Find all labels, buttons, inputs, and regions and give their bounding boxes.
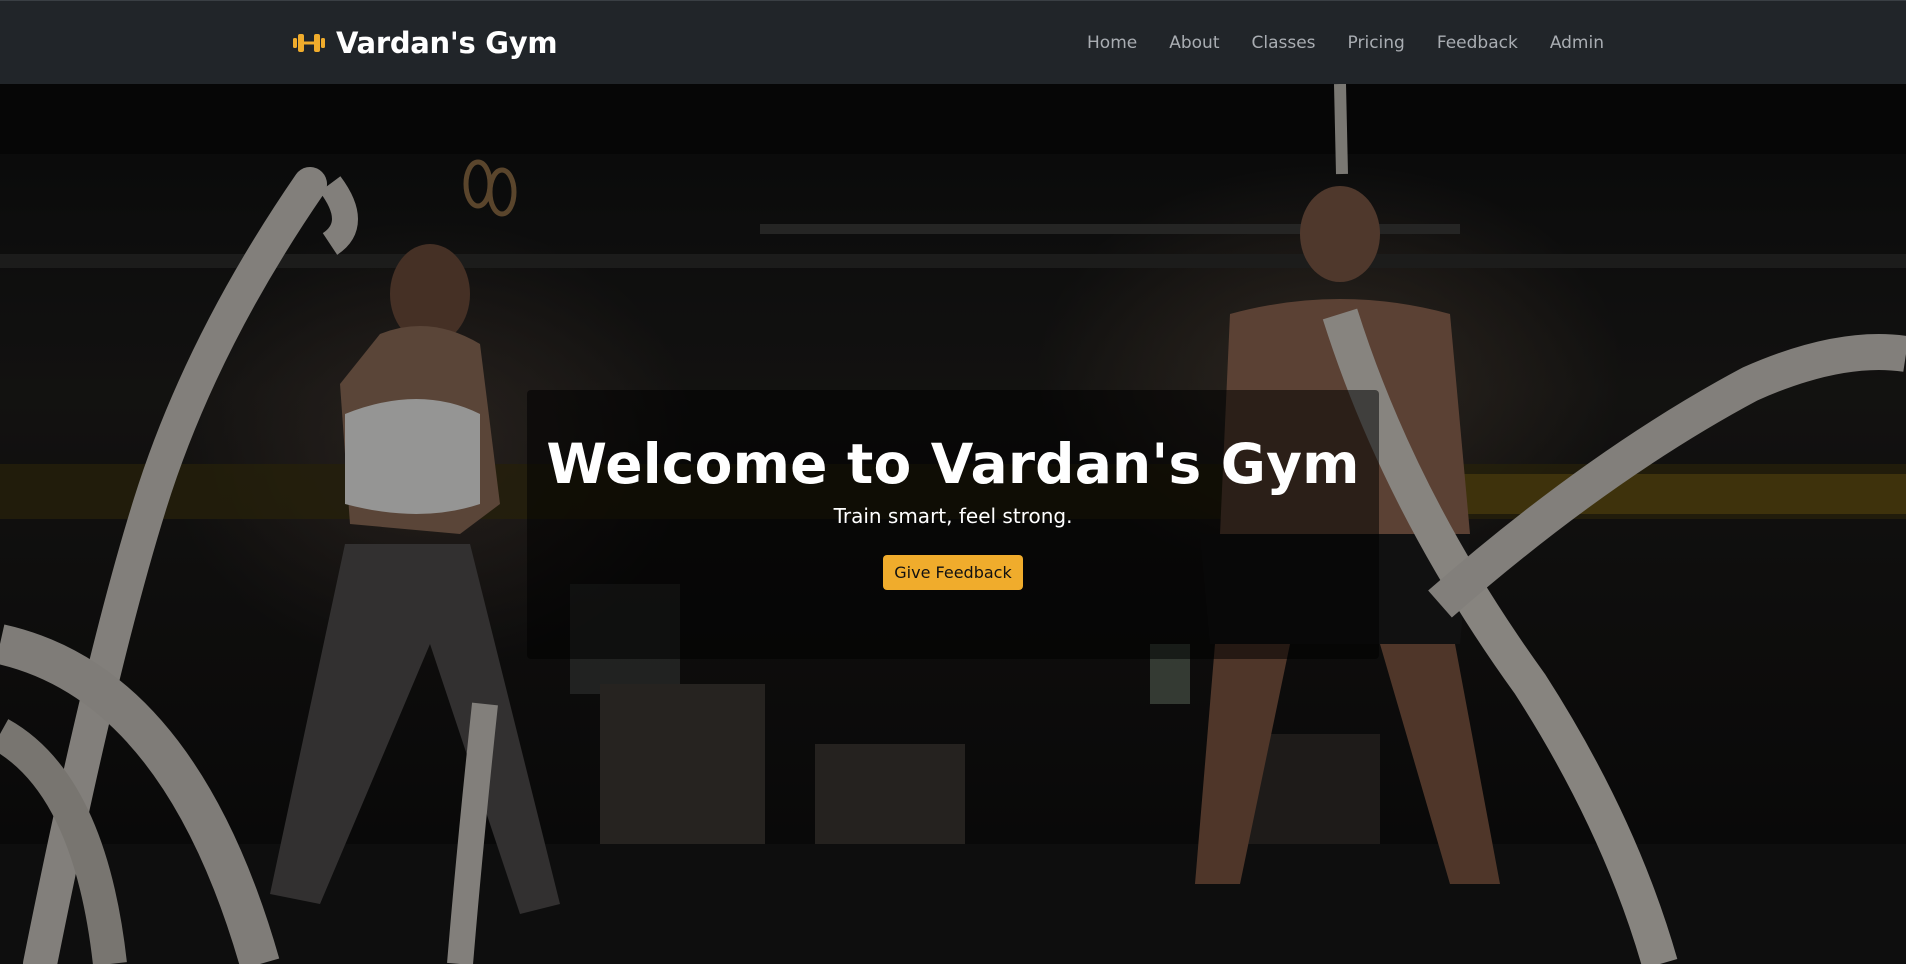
hero-section: Welcome to Vardan's Gym Train smart, fee… (0, 84, 1906, 964)
brand-name: Vardan's Gym (336, 26, 558, 60)
hero-title: Welcome to Vardan's Gym (546, 432, 1360, 496)
brand-link[interactable]: Vardan's Gym (292, 1, 558, 85)
nav-links: Home About Classes Pricing Feedback Admi… (1087, 1, 1604, 85)
nav-link-about[interactable]: About (1169, 33, 1219, 53)
dumbbell-icon (293, 34, 325, 52)
nav-link-admin[interactable]: Admin (1550, 33, 1604, 53)
give-feedback-button[interactable]: Give Feedback (883, 554, 1023, 590)
nav-link-classes[interactable]: Classes (1251, 33, 1315, 53)
nav-link-feedback[interactable]: Feedback (1437, 33, 1518, 53)
hero-card: Welcome to Vardan's Gym Train smart, fee… (527, 390, 1379, 659)
nav-link-pricing[interactable]: Pricing (1348, 33, 1405, 53)
nav-link-home[interactable]: Home (1087, 33, 1137, 53)
navbar: Vardan's Gym Home About Classes Pricing … (0, 0, 1906, 84)
hero-subtitle: Train smart, feel strong. (833, 503, 1073, 528)
